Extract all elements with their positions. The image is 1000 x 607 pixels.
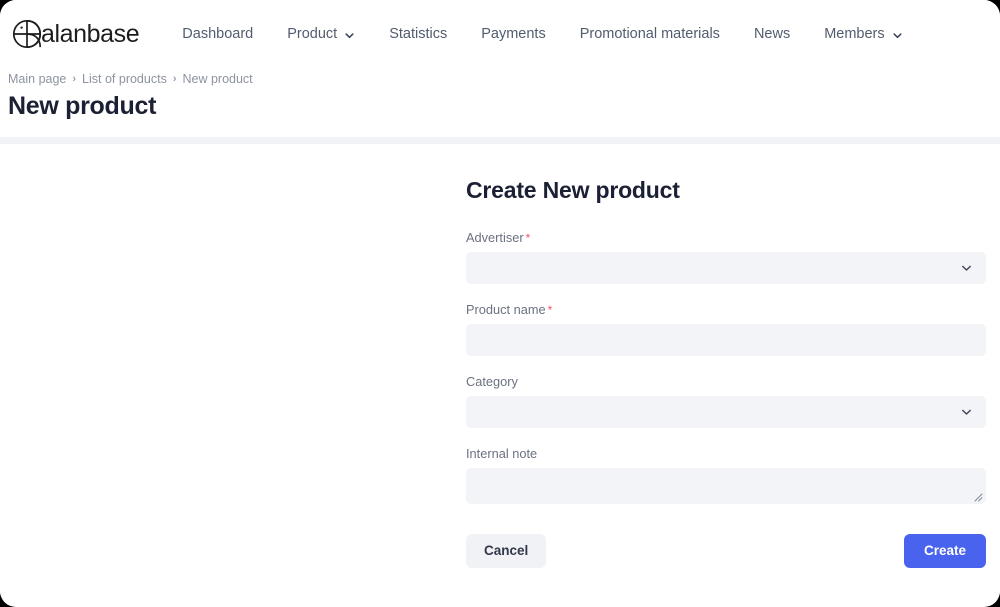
main-content: Create New product Advertiser * Product n… — [0, 144, 1000, 596]
nav-item-label: Payments — [481, 26, 546, 42]
required-marker: * — [547, 303, 553, 317]
field-internal-note: Internal note — [466, 446, 986, 504]
nav-item-product[interactable]: Product — [270, 18, 372, 50]
nav-item-label: News — [753, 26, 791, 42]
breadcrumb-item-new-product: New product — [182, 72, 253, 86]
breadcrumb-item-main-page[interactable]: Main page — [8, 72, 66, 86]
cancel-button[interactable]: Cancel — [466, 534, 547, 568]
field-label-text: Product name — [466, 302, 546, 317]
category-select-control[interactable] — [466, 396, 986, 428]
field-category: Category — [466, 374, 986, 428]
product-name-control[interactable] — [466, 324, 986, 356]
form-heading: Create New product — [466, 177, 680, 203]
breadcrumb-item-list-of-products[interactable]: List of products — [82, 72, 167, 86]
nav-item-payments[interactable]: Payments — [464, 18, 562, 50]
header-divider — [0, 137, 1000, 144]
field-label-advertiser: Advertiser * — [466, 230, 986, 245]
brand-logo[interactable]: alanbase — [8, 13, 140, 55]
internal-note-textarea[interactable] — [466, 468, 986, 504]
advertiser-select[interactable] — [466, 252, 986, 284]
breadcrumb-separator-icon: › — [172, 72, 177, 85]
field-label-text: Category — [466, 374, 518, 389]
nav-item-promotional-materials[interactable]: Promotional materials — [563, 18, 737, 50]
top-navigation-bar: alanbase Dashboard Product Statistics Pa… — [0, 0, 1000, 68]
brand-name: alanbase — [41, 19, 140, 48]
category-select[interactable] — [466, 396, 986, 428]
internal-note-control[interactable] — [466, 468, 986, 504]
required-marker: * — [525, 231, 531, 245]
nav-item-label: Promotional materials — [579, 26, 720, 42]
breadcrumb-separator-icon: › — [72, 72, 77, 85]
nav-item-label: Members — [824, 26, 885, 42]
create-button[interactable]: Create — [903, 534, 986, 568]
page-header: Main page › List of products › New produ… — [0, 68, 1000, 137]
chevron-down-icon — [892, 30, 903, 41]
breadcrumb: Main page › List of products › New produ… — [8, 72, 1000, 86]
field-label-category: Category — [466, 374, 986, 389]
nav-links: Dashboard Product Statistics Payments Pr… — [165, 18, 919, 50]
nav-item-statistics[interactable]: Statistics — [372, 18, 464, 50]
field-product-name: Product name * — [466, 302, 986, 356]
nav-item-label: Product — [287, 26, 338, 42]
nav-item-members[interactable]: Members — [807, 18, 919, 50]
field-label-product-name: Product name * — [466, 302, 986, 317]
app-window: alanbase Dashboard Product Statistics Pa… — [0, 0, 1000, 607]
form-actions: Cancel Create — [466, 534, 986, 568]
nav-item-dashboard[interactable]: Dashboard — [165, 18, 270, 50]
field-advertiser: Advertiser * — [466, 230, 986, 284]
nav-item-label: Dashboard — [182, 26, 254, 42]
field-label-internal-note: Internal note — [466, 446, 986, 461]
page-title: New product — [8, 92, 157, 120]
field-label-text: Internal note — [466, 446, 538, 461]
advertiser-select-control[interactable] — [466, 252, 986, 284]
nav-item-label: Statistics — [389, 26, 448, 42]
nav-item-news[interactable]: News — [737, 18, 807, 50]
product-name-input[interactable] — [466, 324, 986, 356]
chevron-down-icon — [344, 30, 355, 41]
create-product-form: Create New product Advertiser * Product n… — [466, 177, 986, 568]
field-label-text: Advertiser — [466, 230, 524, 245]
